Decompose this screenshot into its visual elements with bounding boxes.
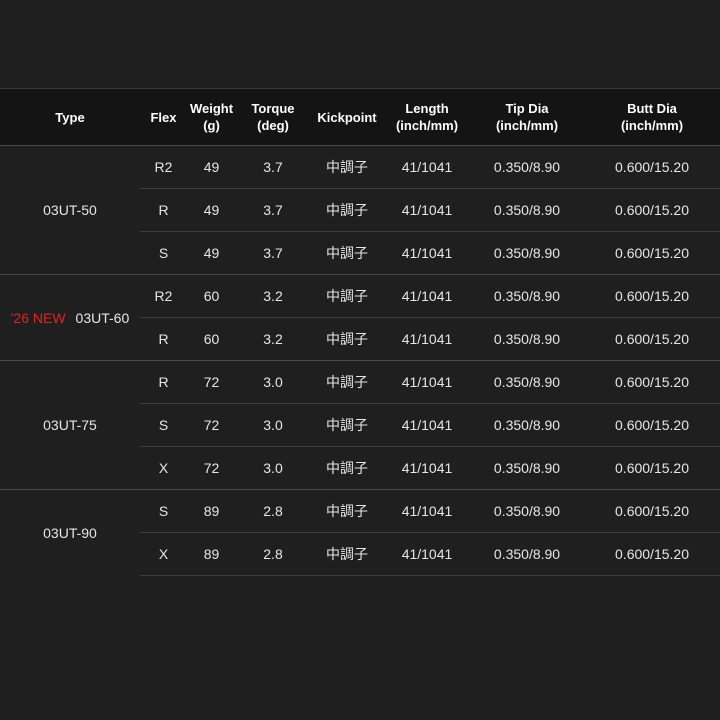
cell-tip-dia: 0.350/8.90 [470, 274, 584, 318]
cell-tip-dia: 0.350/8.90 [470, 489, 584, 533]
cell-weight: 72 [187, 446, 236, 490]
cell-butt-dia: 0.600/15.20 [584, 489, 720, 533]
cell-torque: 3.7 [236, 231, 310, 275]
table-header: Type Flex Weight (g) Torque (deg) Kickpoin… [0, 88, 720, 146]
cell-weight: 60 [187, 274, 236, 318]
cell-length: 41/1041 [384, 532, 470, 576]
cell-kickpoint: 中調子 [310, 188, 384, 232]
cell-butt-dia: 0.600/15.20 [584, 317, 720, 361]
cell-tip-dia: 0.350/8.90 [470, 145, 584, 189]
cell-torque: 3.2 [236, 317, 310, 361]
cell-tip-dia: 0.350/8.90 [470, 446, 584, 490]
cell-kickpoint: 中調子 [310, 145, 384, 189]
cell-weight: 49 [187, 231, 236, 275]
cell-tip-dia: 0.350/8.90 [470, 317, 584, 361]
cell-flex: S [140, 489, 187, 533]
cell-flex: R [140, 317, 187, 361]
cell-length: 41/1041 [384, 231, 470, 275]
shaft-spec-table: Type Flex Weight (g) Torque (deg) Kickpoin… [0, 88, 720, 576]
cell-torque: 3.7 [236, 188, 310, 232]
model-name: 03UT-90 [43, 524, 97, 541]
cell-tip-dia: 0.350/8.90 [470, 403, 584, 447]
cell-butt-dia: 0.600/15.20 [584, 145, 720, 189]
cell-butt-dia: 0.600/15.20 [584, 360, 720, 404]
cell-butt-dia: 0.600/15.20 [584, 532, 720, 576]
cell-butt-dia: 0.600/15.20 [584, 188, 720, 232]
cell-kickpoint: 中調子 [310, 532, 384, 576]
cell-torque: 3.0 [236, 403, 310, 447]
model-name-cell: 03UT-90 [0, 489, 140, 576]
cell-torque: 2.8 [236, 532, 310, 576]
cell-length: 41/1041 [384, 145, 470, 189]
header-butt-dia: Butt Dia (inch/mm) [584, 88, 720, 146]
cell-tip-dia: 0.350/8.90 [470, 188, 584, 232]
cell-weight: 49 [187, 145, 236, 189]
header-tip-dia: Tip Dia (inch/mm) [470, 88, 584, 146]
cell-weight: 89 [187, 532, 236, 576]
cell-torque: 3.0 [236, 360, 310, 404]
table-row: 03UT-50 R2 49 3.7 中調子 41/1041 0.350/8.90 0.600/… [0, 145, 720, 275]
table-row: '26 NEW 03UT-60 R2 60 3.2 中調子 41/1041 0.350/8.9… [0, 274, 720, 361]
cell-flex: R2 [140, 145, 187, 189]
cell-weight: 72 [187, 403, 236, 447]
cell-flex: S [140, 231, 187, 275]
header-length: Length (inch/mm) [384, 88, 470, 146]
cell-butt-dia: 0.600/15.20 [584, 403, 720, 447]
cell-kickpoint: 中調子 [310, 317, 384, 361]
header-kickpoint: Kickpoint [310, 88, 384, 146]
model-name: 03UT-60 [75, 309, 130, 326]
cell-weight: 89 [187, 489, 236, 533]
cell-weight: 49 [187, 188, 236, 232]
cell-kickpoint: 中調子 [310, 446, 384, 490]
cell-flex: R [140, 360, 187, 404]
cell-tip-dia: 0.350/8.90 [470, 231, 584, 275]
cell-torque: 3.0 [236, 446, 310, 490]
cell-flex: X [140, 446, 187, 490]
cell-length: 41/1041 [384, 274, 470, 318]
cell-tip-dia: 0.350/8.90 [470, 360, 584, 404]
header-flex: Flex [140, 88, 187, 146]
cell-kickpoint: 中調子 [310, 231, 384, 275]
cell-butt-dia: 0.600/15.20 [584, 274, 720, 318]
cell-torque: 3.2 [236, 274, 310, 318]
table-row: 03UT-75 R 72 3.0 中調子 41/1041 0.350/8.90 0.600/1… [0, 360, 720, 490]
model-name-cell: '26 NEW 03UT-60 [0, 274, 140, 361]
table-row: 03UT-90 S 89 2.8 中調子 41/1041 0.350/8.90 0.600/1… [0, 489, 720, 576]
cell-length: 41/1041 [384, 489, 470, 533]
cell-length: 41/1041 [384, 446, 470, 490]
cell-length: 41/1041 [384, 360, 470, 404]
cell-flex: X [140, 532, 187, 576]
header-row: Type Flex Weight (g) Torque (deg) Kickpoin… [0, 88, 720, 146]
cell-flex: S [140, 403, 187, 447]
cell-length: 41/1041 [384, 188, 470, 232]
model-name: 03UT-75 [43, 417, 97, 433]
cell-weight: 60 [187, 317, 236, 361]
header-weight: Weight (g) [187, 88, 236, 146]
model-name-cell: 03UT-50 [0, 145, 140, 275]
cell-butt-dia: 0.600/15.20 [584, 231, 720, 275]
header-type: Type [0, 88, 140, 146]
cell-kickpoint: 中調子 [310, 360, 384, 404]
cell-torque: 2.8 [236, 489, 310, 533]
model-name: 03UT-50 [43, 202, 97, 218]
cell-torque: 3.7 [236, 145, 310, 189]
cell-tip-dia: 0.350/8.90 [470, 532, 584, 576]
header-torque: Torque (deg) [236, 88, 310, 146]
cell-kickpoint: 中調子 [310, 403, 384, 447]
cell-length: 41/1041 [384, 317, 470, 361]
cell-butt-dia: 0.600/15.20 [584, 446, 720, 490]
cell-kickpoint: 中調子 [310, 274, 384, 318]
cell-length: 41/1041 [384, 403, 470, 447]
new-badge: '26 NEW [10, 309, 66, 326]
cell-weight: 72 [187, 360, 236, 404]
cell-kickpoint: 中調子 [310, 489, 384, 533]
table-body: 03UT-50 R2 49 3.7 中調子 41/1041 0.350/8.90 0.600/… [0, 145, 720, 576]
model-name-cell: 03UT-75 [0, 360, 140, 490]
cell-flex: R2 [140, 274, 187, 318]
cell-flex: R [140, 188, 187, 232]
